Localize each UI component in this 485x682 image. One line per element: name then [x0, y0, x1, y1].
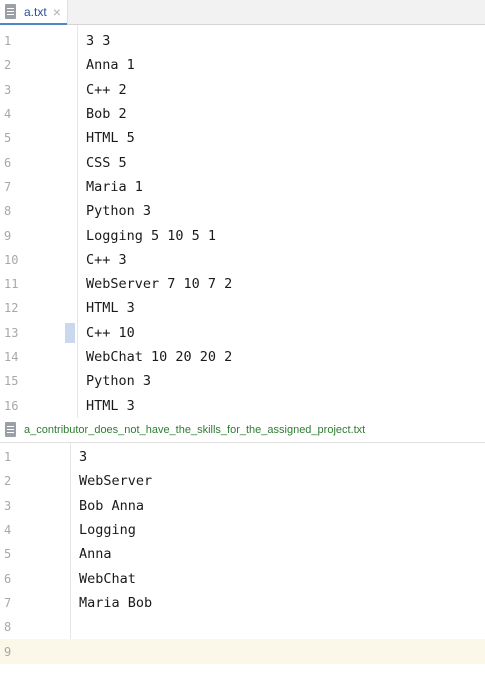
line-text: Python 3 [86, 373, 152, 390]
code-line[interactable]: 5 Anna [0, 542, 485, 566]
line-text: HTML 5 [86, 130, 135, 147]
code-line[interactable]: 1 3 3 [0, 29, 485, 53]
line-text: Logging 5 10 5 1 [86, 227, 217, 244]
code-line[interactable]: 15 Python 3 [0, 369, 485, 393]
line-number: 13 [4, 325, 19, 340]
line-text: WebChat [79, 570, 136, 587]
line-text: 3 [79, 449, 88, 466]
top-code-area[interactable]: 1 3 3 2 Anna 1 3 C++ 2 4 Bob 2 5 HTML 5 6 CSS 5 7 Mar… [0, 25, 485, 418]
code-line[interactable]: 6 CSS 5 [0, 150, 485, 174]
line-number: 8 [4, 620, 12, 635]
tab-result-file[interactable]: a_contributor_does_not_have_the_skills_f… [0, 418, 372, 442]
code-line[interactable]: 4 Bob 2 [0, 102, 485, 126]
line-text: CSS 5 [86, 154, 127, 171]
code-line[interactable]: 4 Logging [0, 518, 485, 542]
code-line[interactable]: 2 Anna 1 [0, 53, 485, 77]
code-line[interactable]: 14 WebChat 10 20 20 2 [0, 345, 485, 369]
code-line[interactable]: 8 [0, 615, 485, 639]
line-text: Bob 2 [86, 106, 127, 123]
code-line[interactable]: 13 C++ 10 [0, 321, 485, 345]
line-number: 14 [4, 350, 19, 364]
line-number: 8 [4, 204, 12, 219]
code-line[interactable]: 11 WebServer 7 10 7 2 [0, 272, 485, 296]
close-icon[interactable]: × [53, 5, 61, 19]
top-tab-bar: a.txt × [0, 0, 485, 25]
line-number: 6 [4, 571, 12, 586]
line-number: 9 [4, 228, 12, 243]
code-line[interactable]: 8 Python 3 [0, 199, 485, 223]
code-line[interactable]: 9 Logging 5 10 5 1 [0, 223, 485, 247]
line-text: C++ 10 [86, 324, 135, 341]
bottom-editor-panel: a_contributor_does_not_have_the_skills_f… [0, 418, 485, 682]
line-text: C++ 2 [86, 81, 127, 98]
tab-label: a.txt [24, 5, 47, 19]
line-text: WebServer [79, 473, 153, 490]
line-number: 16 [4, 398, 19, 413]
line-text: Anna 1 [86, 57, 135, 74]
code-line[interactable]: 2 WebServer [0, 469, 485, 493]
code-line[interactable]: 3 Bob Anna [0, 494, 485, 518]
line-text: Maria 1 [86, 178, 143, 195]
line-number: 15 [4, 374, 19, 389]
line-number: 12 [4, 301, 19, 316]
tab-a-txt[interactable]: a.txt × [0, 0, 68, 25]
line-number: 5 [4, 131, 12, 146]
line-text: Logging [79, 522, 136, 539]
line-text: 3 3 [86, 33, 111, 50]
code-line[interactable]: 6 WebChat [0, 566, 485, 590]
code-line[interactable]: 3 C++ 2 [0, 78, 485, 102]
line-number: 9 [4, 644, 12, 659]
line-number: 1 [4, 450, 12, 465]
code-line[interactable]: 7 Maria Bob [0, 591, 485, 615]
gutter-marker [65, 322, 75, 343]
bottom-tab-bar: a_contributor_does_not_have_the_skills_f… [0, 418, 485, 443]
line-number: 4 [4, 523, 12, 538]
line-number: 3 [4, 498, 12, 513]
line-number: 7 [4, 595, 12, 610]
line-number: 1 [4, 34, 12, 49]
line-number: 3 [4, 82, 12, 97]
line-text: HTML 3 [86, 300, 135, 317]
line-text: WebServer 7 10 7 2 [86, 276, 233, 293]
line-text: Anna [79, 546, 112, 563]
line-number: 11 [4, 277, 19, 292]
line-number: 7 [4, 179, 12, 194]
line-text: C++ 3 [86, 251, 127, 268]
line-text: Python 3 [86, 203, 152, 220]
code-line[interactable]: 7 Maria 1 [0, 175, 485, 199]
tab-label: a_contributor_does_not_have_the_skills_f… [24, 424, 366, 436]
code-line[interactable]: 16 HTML 3 [0, 393, 485, 417]
line-text: Maria Bob [79, 594, 153, 611]
code-line[interactable]: 9 [0, 639, 485, 664]
line-number: 4 [4, 107, 12, 122]
line-text: Bob Anna [79, 497, 145, 514]
code-line[interactable]: 10 C++ 3 [0, 248, 485, 272]
top-editor-panel: a.txt × 1 3 3 2 Anna 1 3 C++ 2 4 Bob 2 5 HTML 5 6 C… [0, 0, 485, 418]
line-text: HTML 3 [86, 397, 135, 414]
code-line[interactable]: 5 HTML 5 [0, 126, 485, 150]
line-number: 2 [4, 58, 12, 73]
line-number: 2 [4, 474, 12, 489]
bottom-code-area[interactable]: 1 3 2 WebServer 3 Bob Anna 4 Logging 5 Anna 6 WebCh… [0, 443, 485, 664]
line-number: 10 [4, 252, 19, 267]
code-line[interactable]: 12 HTML 3 [0, 296, 485, 320]
text-file-icon [4, 4, 18, 20]
line-number: 6 [4, 155, 12, 170]
code-line[interactable]: 13 [0, 445, 485, 469]
line-text: WebChat 10 20 20 2 [86, 349, 233, 365]
text-file-icon [4, 422, 18, 438]
line-number: 5 [4, 547, 12, 562]
